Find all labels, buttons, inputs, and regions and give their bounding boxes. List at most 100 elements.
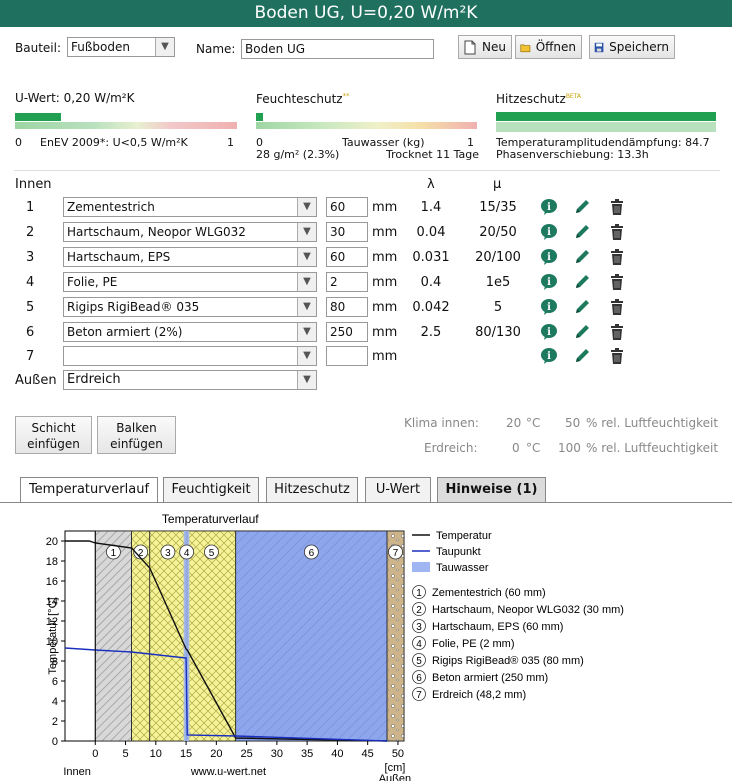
layer-material-select[interactable]: Hartschaum, EPS ▼ [63, 247, 317, 267]
chart-title: Temperaturverlauf [162, 512, 259, 526]
layer-mu: 15/35 [479, 200, 517, 215]
layer-legend-label: Beton armiert (250 mm) [432, 672, 548, 684]
layer-thickness-input[interactable] [326, 346, 368, 366]
x-tick-label: 10 [150, 748, 162, 760]
layer-material-select[interactable]: Folie, PE ▼ [63, 272, 317, 292]
trash-icon[interactable] [609, 273, 625, 291]
klima-innen-temp[interactable]: 20 [506, 416, 521, 430]
layer-band [235, 530, 388, 742]
klima-erd-temp[interactable]: 0 [512, 441, 520, 455]
chevron-down-icon: ▼ [297, 347, 316, 365]
layer-marker-label: 3 [165, 548, 171, 559]
layer-legend-label: Hartschaum, Neopor WLG032 (30 mm) [432, 604, 624, 616]
layer-row: 3 Hartschaum, EPS ▼ 60 mm 0.031 20/100 i [0, 246, 732, 270]
layer-thickness-input[interactable]: 60 [326, 197, 368, 217]
tab-hitzeschutz[interactable]: Hitzeschutz [266, 477, 358, 502]
layer-band [131, 530, 151, 742]
layer-number: 2 [26, 225, 35, 240]
feuchte-title: Feuchteschutz** [256, 92, 350, 106]
layer-thickness-input[interactable]: 80 [326, 297, 368, 317]
x-tick-label: 45 [362, 748, 374, 760]
info-icon[interactable]: i [540, 273, 558, 291]
pencil-icon[interactable] [573, 347, 591, 365]
info-icon[interactable]: i [540, 298, 558, 316]
klima-innen-hum[interactable]: 50 [565, 416, 580, 430]
speichern-button[interactable]: Speichern [589, 35, 675, 59]
hitze-meter [496, 112, 716, 134]
pencil-icon[interactable] [573, 273, 591, 291]
chevron-down-icon: ▼ [155, 38, 174, 56]
klima-erd-unit: °C [526, 441, 541, 455]
svg-text:i: i [547, 277, 551, 288]
y-tick-label: 16 [46, 576, 58, 588]
x-tick-label: 50 [392, 748, 404, 760]
info-icon[interactable]: i [540, 248, 558, 266]
layer-unit: mm [372, 250, 398, 265]
layer-thickness-input[interactable]: 60 [326, 247, 368, 267]
layer-material-select[interactable]: ▼ [63, 346, 317, 366]
balken-einfuegen-button[interactable]: Balken einfügen [97, 416, 176, 454]
aussen-axis-label: Außen [379, 773, 411, 781]
layer-material-select[interactable]: Rigips RigiBead® 035 ▼ [63, 297, 317, 317]
svg-text:i: i [547, 351, 551, 362]
layer-marker: 1 [106, 544, 121, 560]
klima-erd-hum[interactable]: 100 [558, 441, 581, 455]
trash-icon[interactable] [609, 323, 625, 341]
layer-mu: 20/100 [475, 250, 521, 265]
name-input[interactable]: Boden UG [241, 39, 434, 59]
layer-legend-label: Hartschaum, EPS (60 mm) [432, 621, 563, 633]
tab-feuchtigkeit[interactable]: Feuchtigkeit [163, 477, 259, 502]
feuchte-meter [256, 113, 477, 133]
schicht-einfuegen-button[interactable]: Schicht einfügen [15, 416, 92, 454]
trash-icon[interactable] [609, 347, 625, 365]
info-icon[interactable]: i [540, 223, 558, 241]
trash-icon[interactable] [609, 223, 625, 241]
divider [14, 170, 720, 171]
tab-temperaturverlauf[interactable]: Temperaturverlauf [20, 477, 158, 502]
layer-material: Beton armiert (2%) [67, 325, 183, 339]
info-icon[interactable]: i [540, 347, 558, 365]
neu-button[interactable]: Neu [458, 35, 512, 59]
y-tick-label: 0 [52, 736, 58, 748]
layer-unit: mm [372, 349, 398, 364]
lambda-header: λ [427, 177, 435, 192]
tab-hinweise[interactable]: Hinweise (1) [437, 477, 546, 502]
legend-label: Temperatur [436, 530, 492, 542]
trash-icon[interactable] [609, 298, 625, 316]
pencil-icon[interactable] [573, 198, 591, 216]
tab-u-wert[interactable]: U-Wert [365, 477, 431, 502]
layer-row: 2 Hartschaum, Neopor WLG032 ▼ 30 mm 0.04… [0, 221, 732, 245]
layer-legend-number: 1 [416, 588, 422, 599]
mu-header: μ [493, 177, 502, 192]
layer-marker-label: 6 [309, 548, 315, 559]
layer-unit: mm [372, 225, 398, 240]
trash-icon[interactable] [609, 198, 625, 216]
layer-marker: 5 [204, 544, 219, 560]
pencil-icon[interactable] [573, 223, 591, 241]
layer-thickness-input[interactable]: 2 [326, 272, 368, 292]
layer-legend-label: Erdreich (48,2 mm) [432, 689, 526, 701]
pencil-icon[interactable] [573, 298, 591, 316]
hitze-phase: Phasenverschiebung: 13.3h [496, 148, 649, 161]
layer-legend-number: 7 [416, 690, 422, 701]
oeffnen-button[interactable]: Öffnen [515, 35, 582, 59]
svg-text:i: i [547, 202, 551, 213]
layer-number: 4 [26, 275, 35, 290]
info-icon[interactable]: i [540, 198, 558, 216]
layer-number: 5 [26, 300, 35, 315]
pencil-icon[interactable] [573, 323, 591, 341]
svg-text:i: i [547, 327, 551, 338]
pencil-icon[interactable] [573, 248, 591, 266]
layer-thickness-input[interactable]: 250 [326, 322, 368, 342]
layer-thickness-input[interactable]: 30 [326, 222, 368, 242]
layer-material-select[interactable]: Zementestrich ▼ [63, 197, 317, 217]
hitze-title: HitzeschutzBETA [496, 92, 582, 106]
bauteil-select[interactable]: Fußboden ▼ [67, 37, 175, 57]
aussen-select[interactable]: Erdreich ▼ [63, 370, 317, 390]
layer-lambda: 0.042 [412, 300, 450, 315]
layer-marker: 7 [388, 544, 403, 560]
trash-icon[interactable] [609, 248, 625, 266]
layer-material-select[interactable]: Hartschaum, Neopor WLG032 ▼ [63, 222, 317, 242]
info-icon[interactable]: i [540, 323, 558, 341]
layer-material-select[interactable]: Beton armiert (2%) ▼ [63, 322, 317, 342]
